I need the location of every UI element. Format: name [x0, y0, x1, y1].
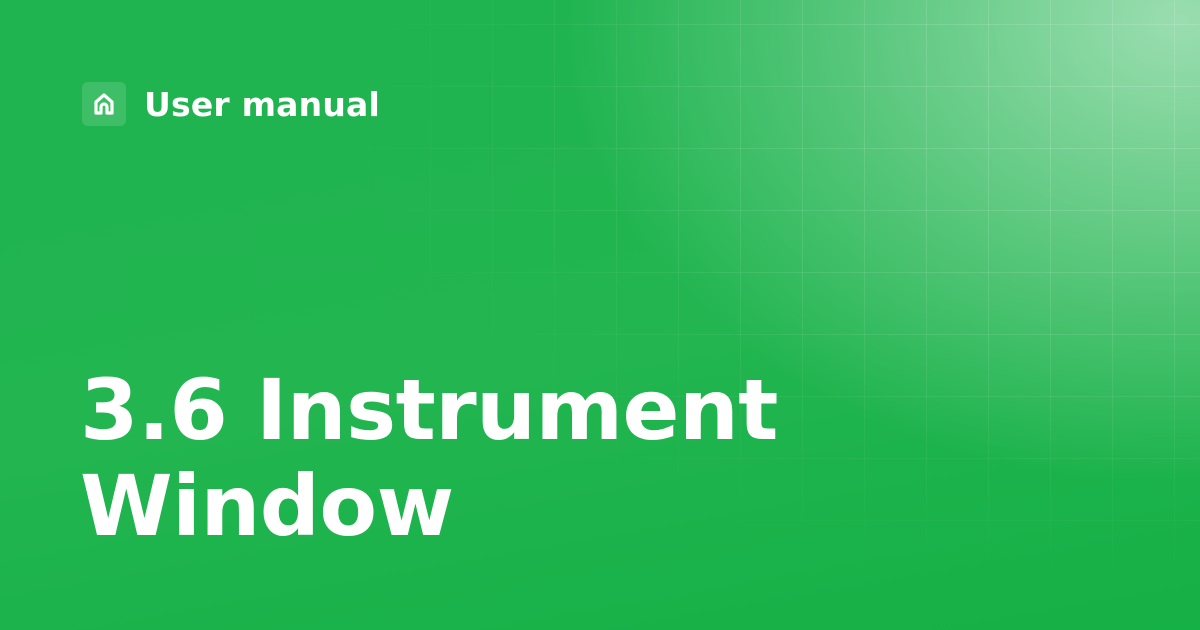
title-line-1: 3.6 Instrument — [80, 361, 778, 459]
cover-banner: User manual 3.6 Instrument Window — [0, 0, 1200, 630]
title-line-2: Window — [80, 457, 454, 555]
home-logo-icon — [82, 82, 126, 126]
page-title: 3.6 Instrument Window — [80, 362, 778, 554]
brand-header: User manual — [82, 82, 380, 126]
brand-label: User manual — [144, 84, 381, 124]
